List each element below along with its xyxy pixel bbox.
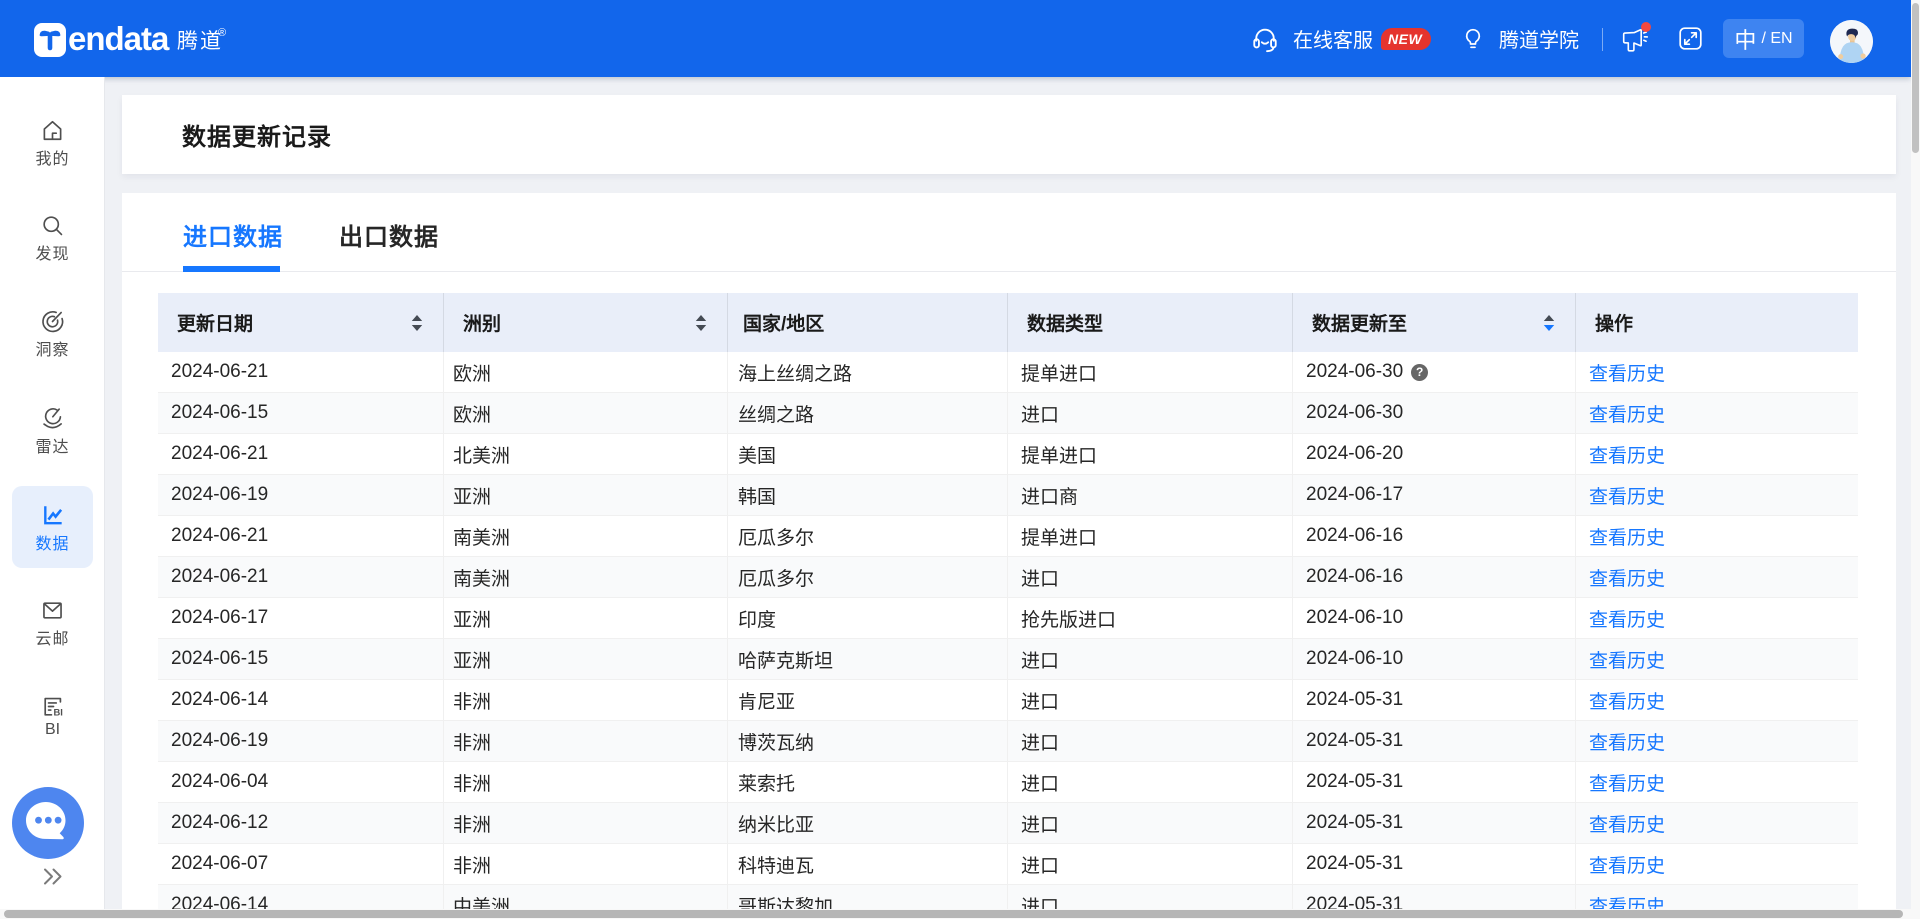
svg-text:BI: BI (54, 707, 63, 717)
